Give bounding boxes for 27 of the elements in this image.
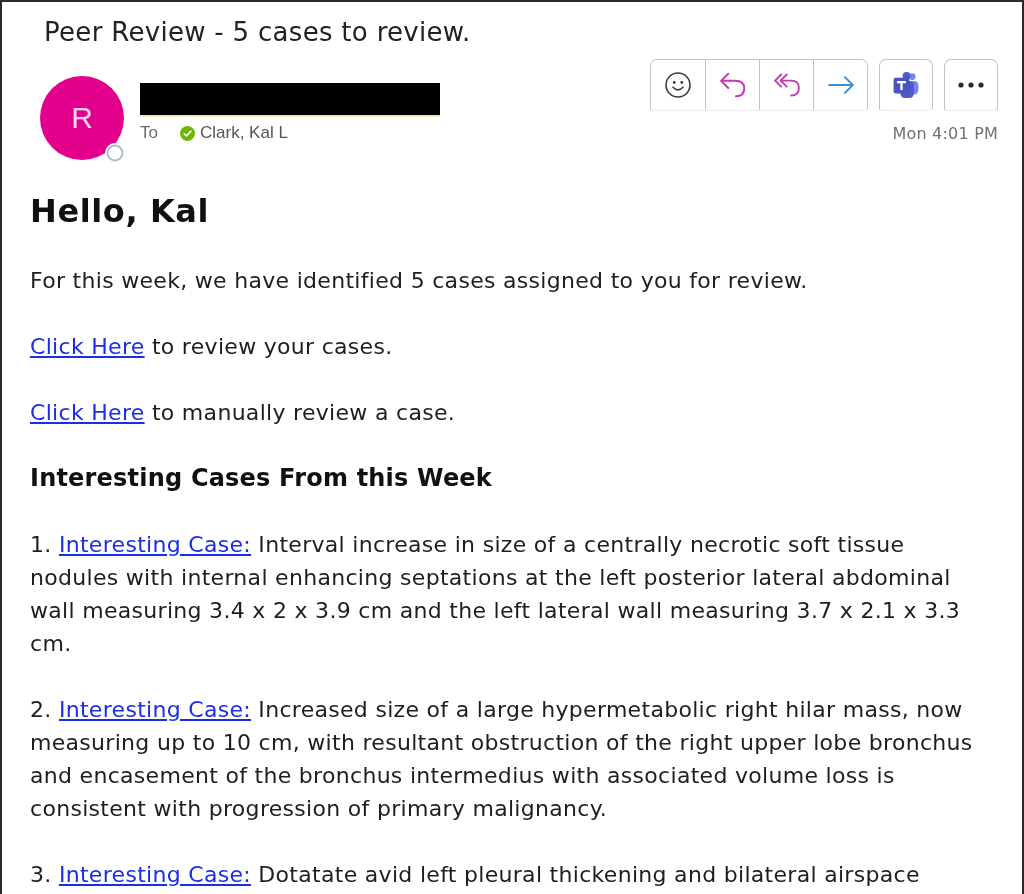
case-item: 2. Interesting Case: Increased size of a large hypermetabolic right hilar mass, now measuring up to 10 cm, with resultant obstruction of the right upper lobe bronchus and encasement of the bronchus intermedius with associated volume loss is consistent with progression of primary malignancy. <box>30 696 974 823</box>
email-subject: Peer Review - 5 cases to review. <box>44 17 471 47</box>
more-button[interactable] <box>944 59 998 111</box>
interesting-case-link[interactable]: Interesting Case: <box>58 862 252 887</box>
smiley-icon <box>665 72 691 98</box>
group-chat-icon <box>893 72 919 98</box>
group-chat-button[interactable] <box>879 59 933 111</box>
intro-text: For this week, we have identified 5 cases assigned to you for review. <box>30 267 808 295</box>
to-label: To <box>140 123 158 143</box>
section-heading: Interesting Cases From this Week <box>30 463 492 494</box>
reply-all-icon <box>773 72 800 98</box>
interesting-case-link[interactable]: Interesting Case: <box>58 532 252 557</box>
link-sentence: Click Here to review your cases. <box>30 333 393 361</box>
greeting-heading: Hello, Kal <box>30 191 210 231</box>
click-here-link[interactable]: Click Here <box>30 400 145 425</box>
case-item: 3. Interesting Case: Dotatate avid left pleural thickening and bilateral airspace <box>30 861 921 889</box>
forward-icon <box>827 76 854 94</box>
case-item: 1. Interesting Case: Interval increase in size of a centrally necrotic soft tissue nodules with internal enhancing septations at the left posterior lateral abdominal wall measuring 3.4 x 2 x 3.9 cm and the left lateral wall measuring 3.7 x 2.1 x 3.3 cm. <box>30 531 962 658</box>
sender-avatar: R <box>40 76 124 160</box>
click-here-link[interactable]: Click Here <box>30 334 145 359</box>
more-icon <box>958 82 984 88</box>
reply-icon <box>719 72 746 98</box>
sent-time: Mon 4:01 PM <box>892 124 998 143</box>
interesting-case-link[interactable]: Interesting Case: <box>58 697 252 722</box>
forward-button[interactable] <box>813 60 867 110</box>
recipient-name[interactable]: Clark, Kal L <box>199 123 288 143</box>
link-sentence: Click Here to manually review a case. <box>30 399 456 427</box>
